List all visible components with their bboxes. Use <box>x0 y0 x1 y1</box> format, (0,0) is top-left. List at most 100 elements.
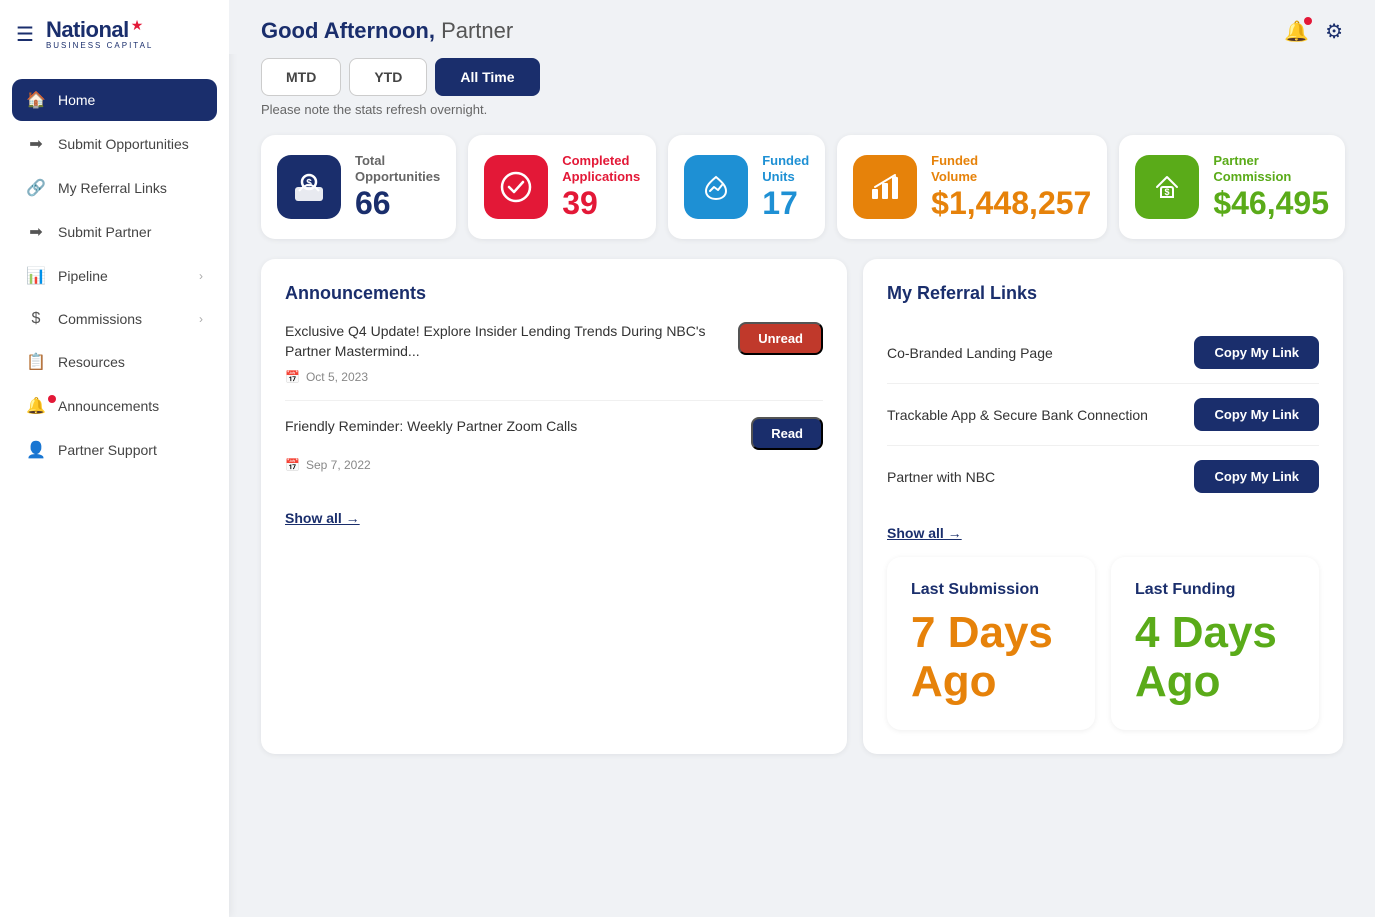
partner-commission-label: Partner Commission <box>1213 153 1329 184</box>
commissions-label: Commissions <box>58 311 142 327</box>
referral-row-2: Partner with NBCCopy My Link <box>887 446 1319 507</box>
stats-row: $ Total Opportunities66 Completed Applicat… <box>261 135 1343 239</box>
date-text-1: Sep 7, 2022 <box>306 458 371 472</box>
announcements-list: Exclusive Q4 Update! Explore Insider Len… <box>285 322 823 487</box>
referral-row-1: Trackable App & Secure Bank ConnectionCo… <box>887 384 1319 446</box>
stat-card-total-opportunities: $ Total Opportunities66 <box>261 135 456 239</box>
announcement-badge-0[interactable]: Unread <box>738 322 823 355</box>
stat-card-funded-units: Funded Units17 <box>668 135 825 239</box>
announcement-text-1: Friendly Reminder: Weekly Partner Zoom C… <box>285 417 739 437</box>
announcement-date-0: 📅 Oct 5, 2023 <box>285 370 823 384</box>
funded-units-info: Funded Units17 <box>762 153 809 221</box>
logo-sub: Business Capital <box>46 42 153 51</box>
resources-icon: 📋 <box>26 352 46 372</box>
bottom-stat-line1-0: 7 Days <box>911 609 1071 657</box>
referral-list: Co-Branded Landing PageCopy My LinkTrack… <box>887 322 1319 507</box>
main-content: Good Afternoon, Partner 🔔 ⚙ MTDYTDAll Ti… <box>229 0 1375 917</box>
completed-applications-value: 39 <box>562 186 640 221</box>
settings-icon[interactable]: ⚙ <box>1325 19 1343 44</box>
partner-commission-icon-wrap: $ <box>1135 155 1199 219</box>
bottom-stat-line2-1: Ago <box>1135 658 1295 706</box>
announcement-date-1: 📅 Sep 7, 2022 <box>285 458 823 472</box>
copy-link-button-0[interactable]: Copy My Link <box>1194 336 1319 369</box>
bottom-stat-card-0: Last Submission 7 DaysAgo <box>887 557 1095 730</box>
completed-applications-label: Completed Applications <box>562 153 640 184</box>
total-opportunities-icon-wrap: $ <box>277 155 341 219</box>
tab-all-time[interactable]: All Time <box>435 58 539 96</box>
stat-card-funded-volume: Funded Volume$1,448,257 <box>837 135 1107 239</box>
notification-icon[interactable]: 🔔 <box>1284 19 1309 44</box>
total-opportunities-info: Total Opportunities66 <box>355 153 440 221</box>
submit-opportunities-icon: ➡ <box>26 134 46 154</box>
my-referral-links-label: My Referral Links <box>58 180 167 196</box>
completed-applications-icon-wrap <box>484 155 548 219</box>
partner-support-icon: 👤 <box>26 440 46 460</box>
funded-volume-value: $1,448,257 <box>931 186 1091 221</box>
sidebar-item-my-referral-links[interactable]: 🔗 My Referral Links <box>12 167 217 209</box>
my-referral-links-icon: 🔗 <box>26 178 46 198</box>
sidebar-item-home[interactable]: 🏠Home <box>12 79 217 121</box>
announcements-card: Announcements Exclusive Q4 Update! Explo… <box>261 259 847 754</box>
content-area: MTDYTDAll Time Please note the stats ref… <box>229 54 1375 917</box>
sidebar-item-resources[interactable]: 📋Resources <box>12 341 217 383</box>
announcements-title: Announcements <box>285 283 823 304</box>
tab-ytd[interactable]: YTD <box>349 58 427 96</box>
tab-bar: MTDYTDAll Time <box>261 58 1343 96</box>
sidebar-item-announcements[interactable]: 🔔Announcements <box>12 385 217 427</box>
sidebar-item-submit-partner[interactable]: ➡Submit Partner <box>12 211 217 253</box>
funded-volume-icon-wrap <box>853 155 917 219</box>
referral-title: My Referral Links <box>887 283 1319 304</box>
referral-row-0: Co-Branded Landing Page Copy My Link <box>887 322 1319 384</box>
funded-units-label: Funded Units <box>762 153 809 184</box>
funded-units-icon-wrap <box>684 155 748 219</box>
announcement-item-1: Friendly Reminder: Weekly Partner Zoom C… <box>285 417 823 488</box>
tab-note: Please note the stats refresh overnight. <box>261 102 1343 117</box>
pipeline-icon: 📊 <box>26 266 46 286</box>
sidebar-item-commissions[interactable]: $ Commissions › <box>12 299 217 339</box>
announcements-label: Announcements <box>58 398 159 414</box>
bottom-stat-title-1: Last Funding <box>1135 581 1295 599</box>
funded-units-value: 17 <box>762 186 809 221</box>
partner-commission-info: Partner Commission$46,495 <box>1213 153 1329 221</box>
completed-applications-info: Completed Applications39 <box>562 153 640 221</box>
logo-national: National <box>46 18 129 42</box>
announcement-text-0: Exclusive Q4 Update! Explore Insider Len… <box>285 322 726 361</box>
funded-volume-label: Funded Volume <box>931 153 1091 184</box>
submit-partner-label: Submit Partner <box>58 224 151 240</box>
copy-link-button-1[interactable]: Copy My Link <box>1194 398 1319 431</box>
date-text-0: Oct 5, 2023 <box>306 370 368 384</box>
commissions-arrow: › <box>199 312 203 326</box>
commissions-icon: $ <box>26 310 46 328</box>
sidebar-item-pipeline[interactable]: 📊 Pipeline › <box>12 255 217 297</box>
announcement-badge-1[interactable]: Read <box>751 417 823 450</box>
announcements-show-all[interactable]: Show all → <box>285 510 360 526</box>
hamburger-icon[interactable]: ☰ <box>16 22 34 47</box>
announcements-notif-dot <box>48 395 56 403</box>
bottom-stat-card-1: Last Funding4 DaysAgo <box>1111 557 1319 730</box>
bottom-stat-title-0: Last Submission <box>911 581 1071 599</box>
copy-link-button-2[interactable]: Copy My Link <box>1194 460 1319 493</box>
bottom-stats-row: Last Submission7 DaysAgoLast Funding4 Da… <box>887 557 1319 730</box>
pipeline-arrow: › <box>199 269 203 283</box>
referral-label-0: Co-Branded Landing Page <box>887 345 1053 361</box>
calendar-icon-1: 📅 <box>285 458 300 472</box>
sidebar-item-submit-opportunities[interactable]: ➡Submit Opportunities <box>12 123 217 165</box>
calendar-icon-0: 📅 <box>285 370 300 384</box>
svg-text:$: $ <box>306 178 312 189</box>
greeting-prefix: Good Afternoon, <box>261 18 435 43</box>
partner-support-label: Partner Support <box>58 442 157 458</box>
header-actions: 🔔 ⚙ <box>1284 19 1343 44</box>
referral-show-all[interactable]: Show all → <box>887 525 962 541</box>
sidebar-item-partner-support[interactable]: 👤 Partner Support <box>12 429 217 471</box>
pipeline-label: Pipeline <box>58 268 108 284</box>
home-icon: 🏠 <box>26 90 46 110</box>
logo-text: National ★ Business Capital <box>46 18 153 51</box>
stat-card-partner-commission: $Partner Commission$46,495 <box>1119 135 1345 239</box>
announcement-row-0: Exclusive Q4 Update! Explore Insider Len… <box>285 322 823 361</box>
announcement-item-0: Exclusive Q4 Update! Explore Insider Len… <box>285 322 823 400</box>
sidebar-logo: ☰ National ★ Business Capital <box>0 0 229 69</box>
tab-mtd[interactable]: MTD <box>261 58 341 96</box>
logo-star: ★ <box>131 18 144 33</box>
bottom-stat-value-0: 7 DaysAgo <box>911 609 1071 706</box>
partner-commission-value: $46,495 <box>1213 186 1329 221</box>
